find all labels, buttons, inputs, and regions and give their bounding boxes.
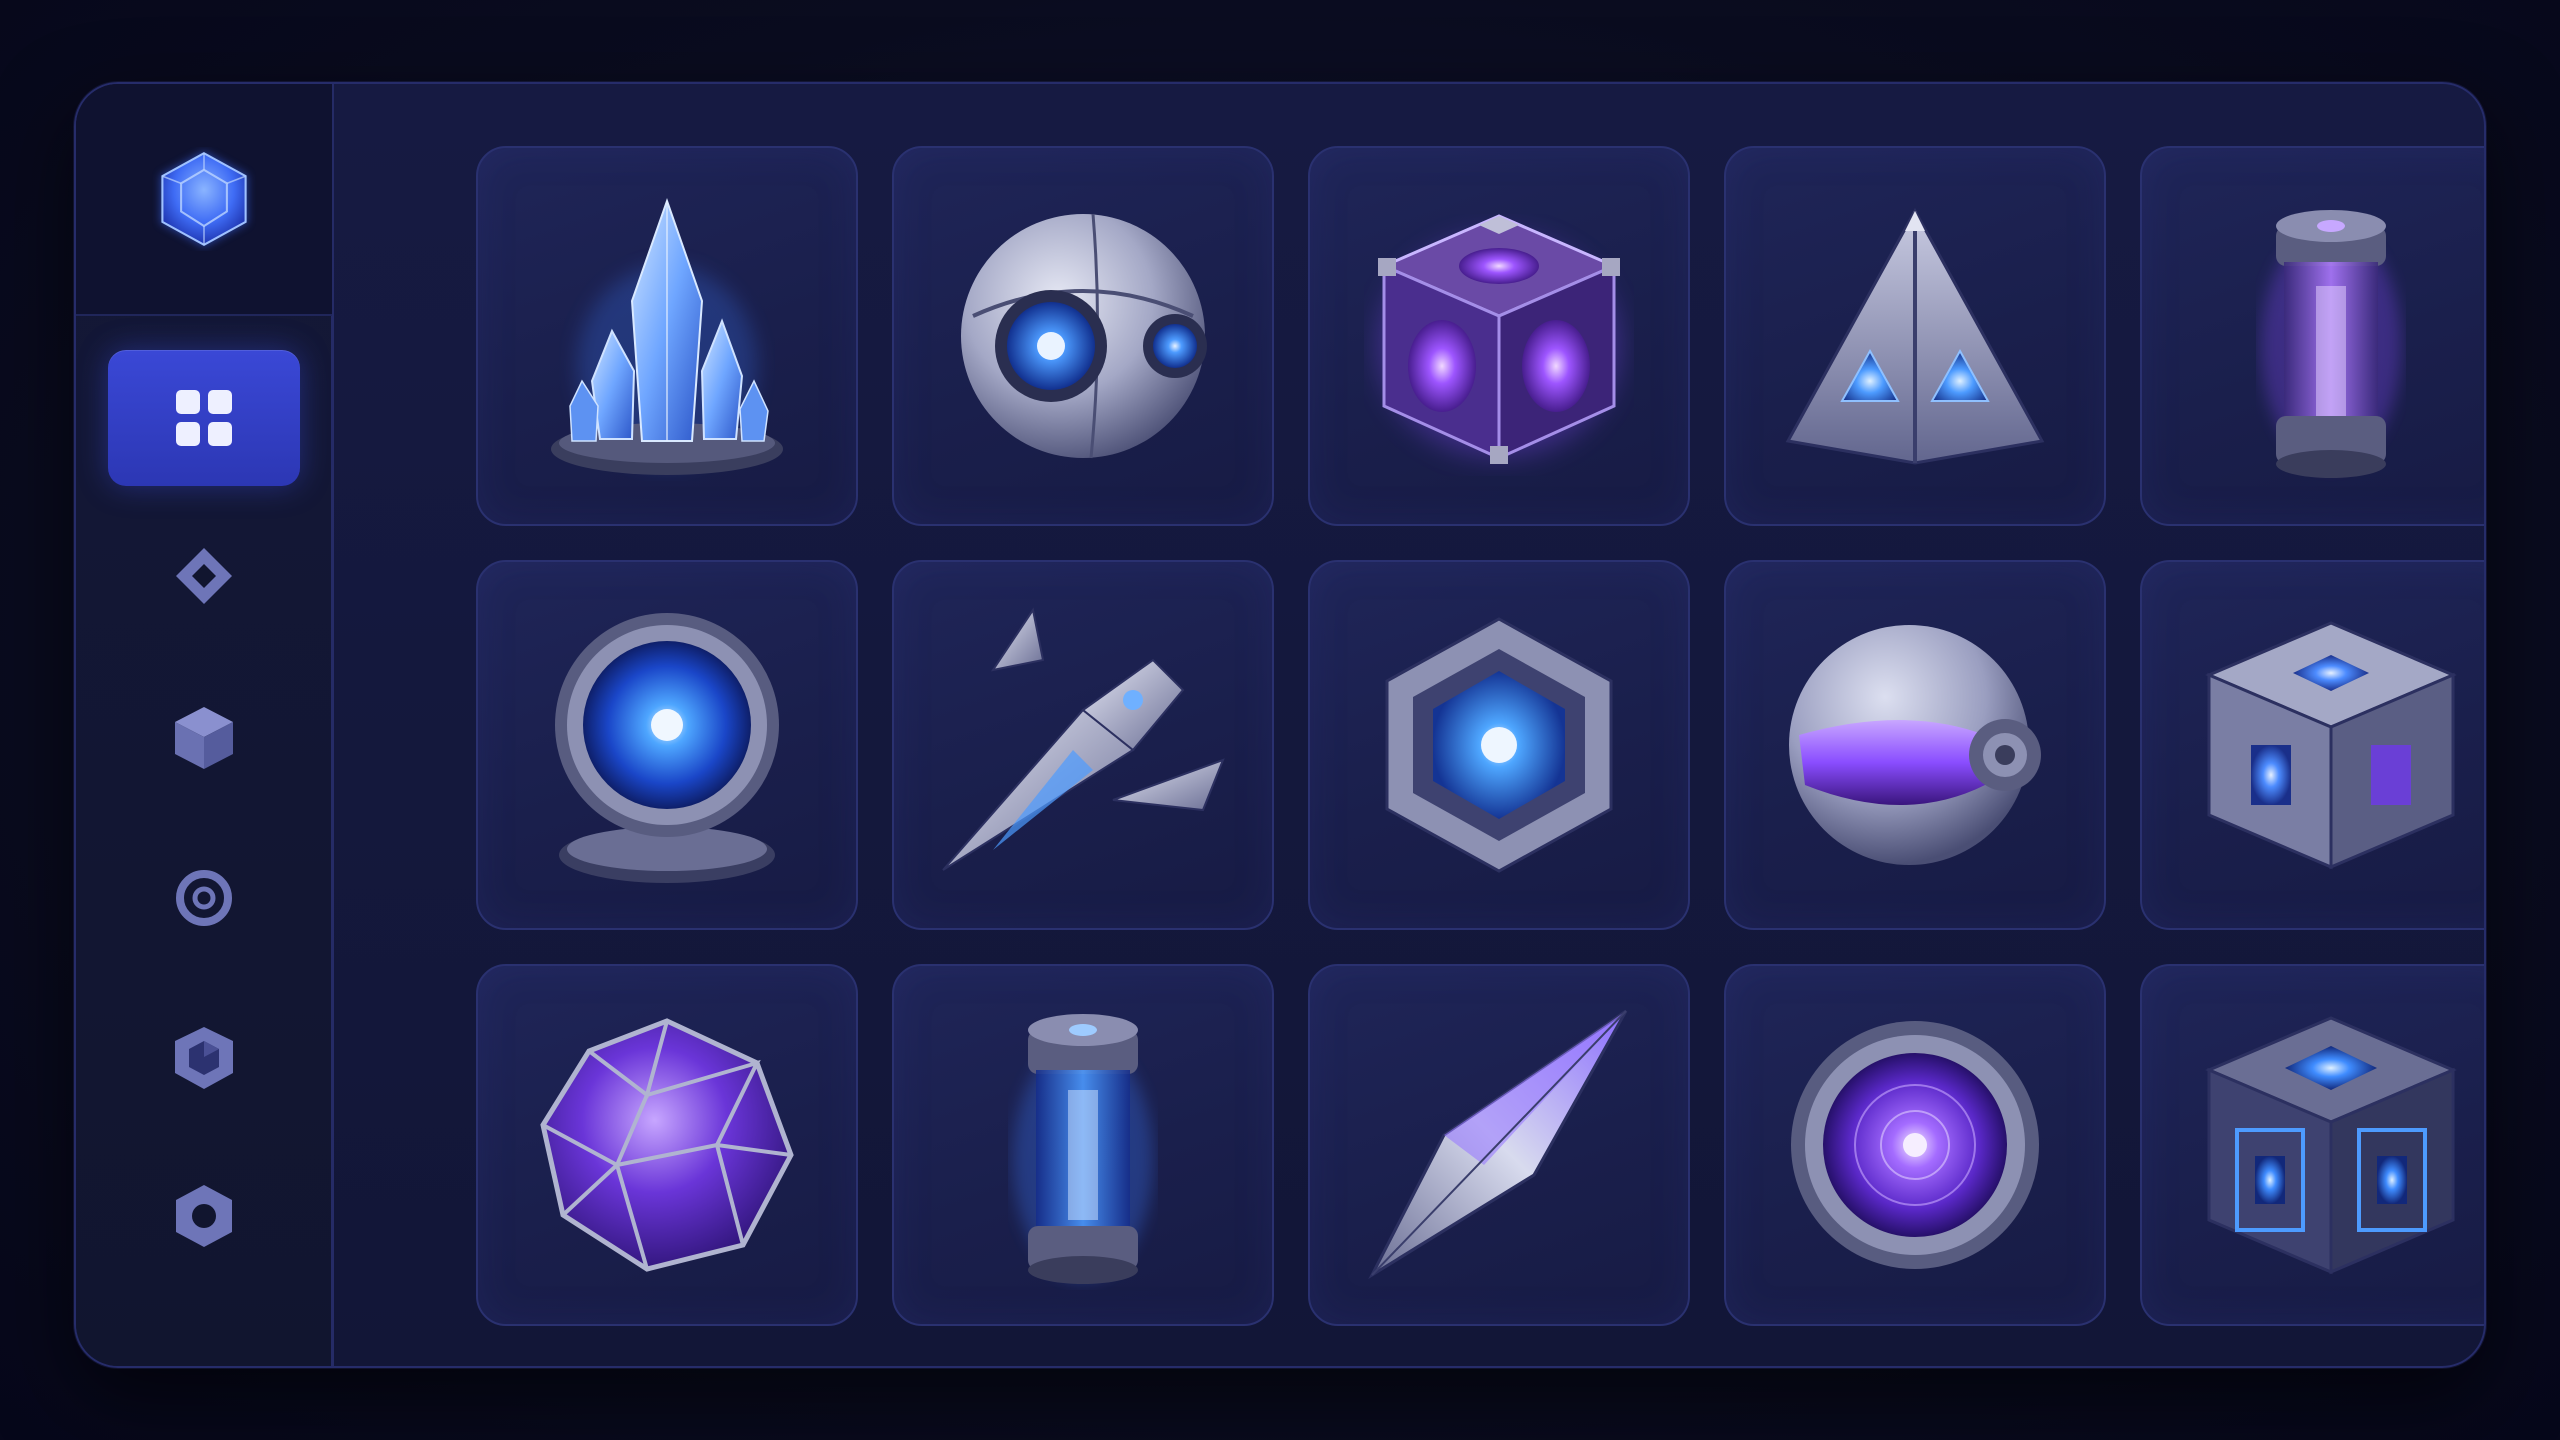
- energy-cube-icon: [1364, 196, 1634, 476]
- asset-grid: [334, 84, 2484, 1366]
- sidebar-item-shield[interactable]: [108, 990, 300, 1126]
- shield-icon: [173, 1025, 235, 1091]
- metal-crate-icon: [2201, 615, 2461, 875]
- asset-tile[interactable]: [892, 146, 1274, 526]
- asset-tile[interactable]: [1724, 146, 2106, 526]
- starship-icon: [933, 600, 1233, 890]
- cube-icon: [173, 705, 235, 771]
- asset-tile[interactable]: [476, 146, 858, 526]
- asset-tile[interactable]: [1724, 964, 2106, 1326]
- hex-core-icon: [1379, 615, 1619, 875]
- sidebar-item-cube[interactable]: [108, 670, 300, 806]
- sidebar-item-diamond[interactable]: [108, 508, 300, 644]
- asset-tile[interactable]: [1308, 146, 1690, 526]
- asset-tile[interactable]: [1308, 964, 1690, 1326]
- crystal-sphere-icon: [537, 1015, 797, 1275]
- energy-canister-icon: [2256, 186, 2406, 486]
- plasma-canister-icon: [1008, 1000, 1158, 1290]
- visor-helmet-icon: [1785, 615, 2045, 875]
- asset-tile[interactable]: [1308, 560, 1690, 930]
- pyramid-icon: [1780, 201, 2050, 471]
- asset-tile[interactable]: [476, 560, 858, 930]
- asset-tile[interactable]: [2140, 964, 2484, 1326]
- asset-tile[interactable]: [892, 964, 1274, 1326]
- circuit-cube-icon: [2201, 1010, 2461, 1280]
- asset-tile[interactable]: [2140, 560, 2484, 930]
- asset-tile[interactable]: [1724, 560, 2106, 930]
- vortex-disc-icon: [1785, 1015, 2045, 1275]
- crystal-blade-icon: [1364, 1005, 1634, 1285]
- hex-gem-icon[interactable]: [152, 147, 256, 251]
- robot-sphere-icon: [953, 206, 1213, 466]
- sidebar-item-ring[interactable]: [108, 830, 300, 966]
- hexagon-outline-icon: [172, 1183, 236, 1249]
- ring-icon: [172, 866, 236, 930]
- sidebar: [76, 84, 334, 1366]
- asset-tile[interactable]: [2140, 146, 2484, 526]
- portal-disc-icon: [552, 605, 782, 885]
- sidebar-logo-area: [76, 84, 332, 316]
- asset-tile[interactable]: [476, 964, 858, 1326]
- diamond-outline-icon: [172, 544, 236, 608]
- sidebar-item-grid[interactable]: [108, 350, 300, 486]
- grid-icon: [174, 388, 234, 448]
- sidebar-item-hexagon[interactable]: [108, 1148, 300, 1284]
- asset-tile[interactable]: [892, 560, 1274, 930]
- app-window: [74, 82, 2486, 1368]
- ice-crystal-icon: [542, 191, 792, 481]
